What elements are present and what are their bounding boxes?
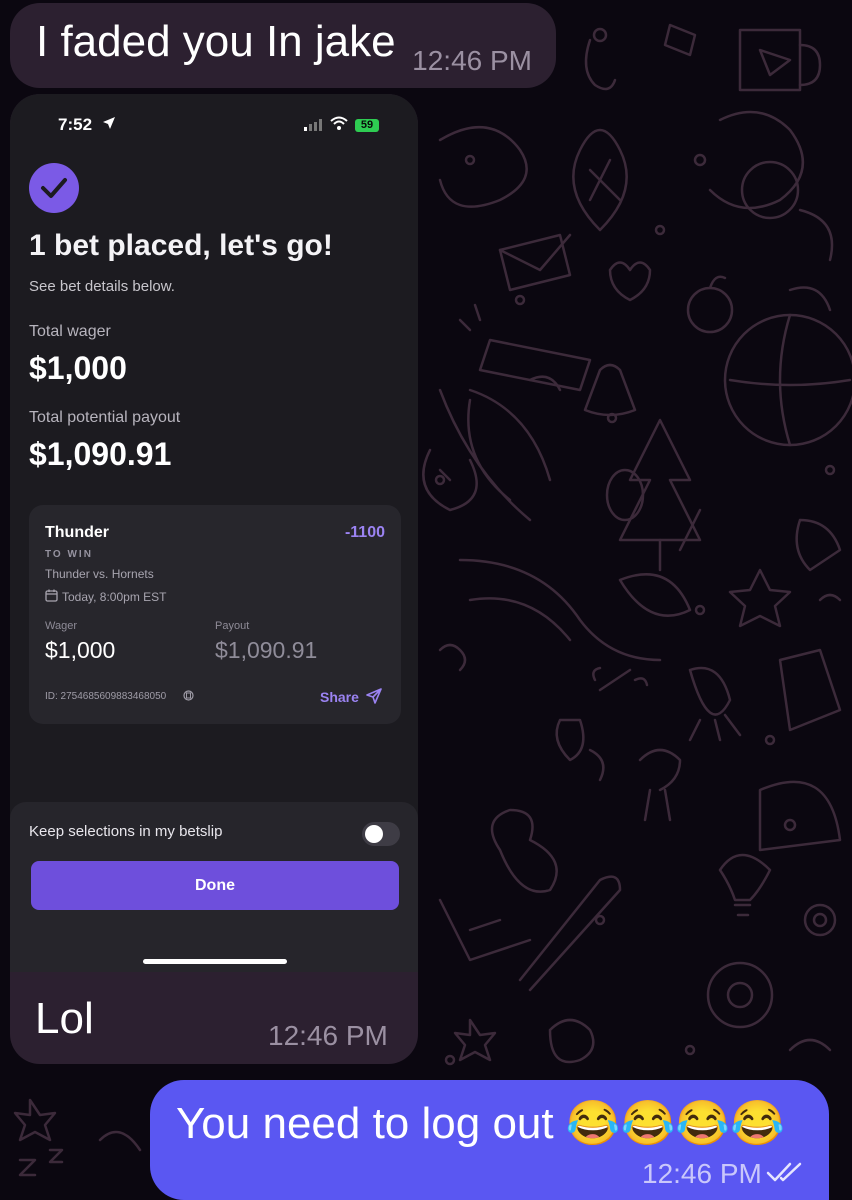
message-time: 12:46 PM — [412, 45, 532, 76]
potential-payout-label: Total potential payout — [29, 409, 181, 426]
subline: See bet details below. — [29, 278, 175, 295]
payout-value: $1,090.91 — [215, 637, 318, 663]
bet-id: ID: 2754685609883468050 — [45, 691, 167, 702]
event-time: Today, 8:00pm EST — [62, 590, 167, 604]
payout-label: Payout — [215, 620, 250, 632]
toggle-knob — [365, 825, 383, 843]
outgoing-message-bubble[interactable]: You need to log out 😂😂😂😂 12:46 PM — [150, 1080, 829, 1200]
total-wager-label: Total wager — [29, 323, 111, 340]
checkmark-icon — [29, 163, 79, 213]
bet-screenshot-image[interactable]: 7:52 59 1 bet placed, let's go! See bet … — [10, 94, 418, 972]
bet-card: Thunder -1100 TO WIN Thunder vs. Hornets… — [29, 505, 401, 724]
keep-selections-toggle[interactable] — [362, 822, 400, 846]
message-time: 12:46 PM — [268, 1020, 388, 1051]
wager-label: Wager — [45, 620, 77, 632]
double-check-icon — [766, 1162, 802, 1182]
calendar-icon — [45, 589, 58, 602]
media-message-bubble[interactable]: 7:52 59 1 bet placed, let's go! See bet … — [10, 94, 418, 1064]
signal-icon — [304, 119, 322, 131]
team-name: Thunder — [45, 524, 109, 541]
battery-icon: 59 — [355, 119, 379, 132]
home-indicator — [143, 959, 287, 964]
share-button[interactable]: Share — [320, 689, 359, 705]
send-icon[interactable] — [366, 688, 382, 704]
incoming-message-bubble[interactable]: I faded you In jake 12:46 PM — [10, 3, 556, 88]
odds: -1100 — [344, 524, 385, 541]
potential-payout-value: $1,090.91 — [29, 436, 172, 472]
matchup: Thunder vs. Hornets — [45, 567, 154, 581]
copy-icon[interactable] — [183, 690, 194, 701]
message-caption: Lol — [35, 994, 94, 1043]
headline: 1 bet placed, let's go! — [29, 229, 333, 262]
wager-value: $1,000 — [45, 637, 116, 663]
total-wager-value: $1,000 — [29, 350, 127, 386]
message-time: 12:46 PM — [642, 1158, 762, 1189]
bottom-sheet: Keep selections in my betslip Done — [10, 802, 418, 972]
message-text: You need to log out 😂😂😂😂 — [176, 1099, 785, 1148]
keep-selections-label: Keep selections in my betslip — [29, 823, 223, 840]
market-label: TO WIN — [45, 549, 93, 560]
location-arrow-icon — [103, 117, 115, 129]
status-bar-time: 7:52 — [58, 115, 93, 134]
done-button[interactable]: Done — [31, 861, 399, 910]
message-text: I faded you In jake — [36, 17, 396, 66]
wifi-icon — [330, 116, 348, 130]
